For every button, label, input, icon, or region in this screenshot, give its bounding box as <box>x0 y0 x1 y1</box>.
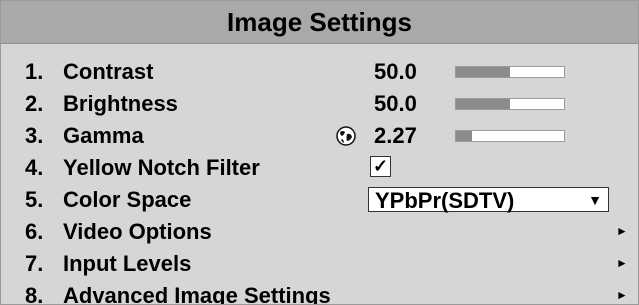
brightness-value: 50.0 <box>374 91 417 116</box>
menu-item-gamma[interactable]: 3. Gamma 2.27 <box>1 120 638 151</box>
item-label: Color Space <box>63 187 192 212</box>
item-label: Brightness <box>63 91 178 116</box>
item-number: 7. <box>25 251 44 276</box>
yellow-notch-checkbox[interactable]: ✓ <box>370 156 391 177</box>
contrast-value: 50.0 <box>374 59 417 84</box>
item-number: 8. <box>25 283 44 305</box>
menu-item-advanced-image-settings[interactable]: 8. Advanced Image Settings ► <box>1 280 638 305</box>
contrast-slider[interactable] <box>455 66 565 78</box>
slider-fill <box>456 67 510 77</box>
item-number: 2. <box>25 91 44 116</box>
item-number: 6. <box>25 219 44 244</box>
gamma-value: 2.27 <box>374 123 417 148</box>
submenu-arrow-icon: ► <box>616 224 628 238</box>
item-label: Input Levels <box>63 251 192 276</box>
item-label: Video Options <box>63 219 212 244</box>
gamma-slider[interactable] <box>455 130 565 142</box>
item-label: Gamma <box>63 123 144 148</box>
image-settings-menu: Image Settings 1. Contrast 50.0 2. Brigh… <box>0 0 639 305</box>
item-label: Advanced Image Settings <box>63 283 331 305</box>
submenu-arrow-icon: ► <box>616 256 628 270</box>
menu-item-video-options[interactable]: 6. Video Options ► <box>1 216 638 247</box>
menu-item-yellow-notch-filter[interactable]: 4. Yellow Notch Filter ✓ <box>1 152 638 183</box>
slider-fill <box>456 99 510 109</box>
item-number: 1. <box>25 59 44 84</box>
submenu-arrow-icon: ► <box>616 288 628 302</box>
chevron-down-icon: ▼ <box>588 192 602 208</box>
item-number: 4. <box>25 155 44 180</box>
slider-fill <box>456 131 473 141</box>
menu-title: Image Settings <box>1 1 638 44</box>
menu-item-contrast[interactable]: 1. Contrast 50.0 <box>1 56 638 87</box>
globe-icon <box>336 126 356 146</box>
menu-item-brightness[interactable]: 2. Brightness 50.0 <box>1 88 638 119</box>
color-space-dropdown[interactable]: YPbPr(SDTV) ▼ <box>368 187 609 213</box>
brightness-slider[interactable] <box>455 98 565 110</box>
menu-item-input-levels[interactable]: 7. Input Levels ► <box>1 248 638 279</box>
item-label: Yellow Notch Filter <box>63 155 260 180</box>
item-label: Contrast <box>63 59 154 84</box>
item-number: 5. <box>25 187 44 212</box>
dropdown-selected-value: YPbPr(SDTV) <box>375 188 515 213</box>
item-number: 3. <box>25 123 44 148</box>
menu-item-color-space[interactable]: 5. Color Space YPbPr(SDTV) ▼ <box>1 184 638 215</box>
